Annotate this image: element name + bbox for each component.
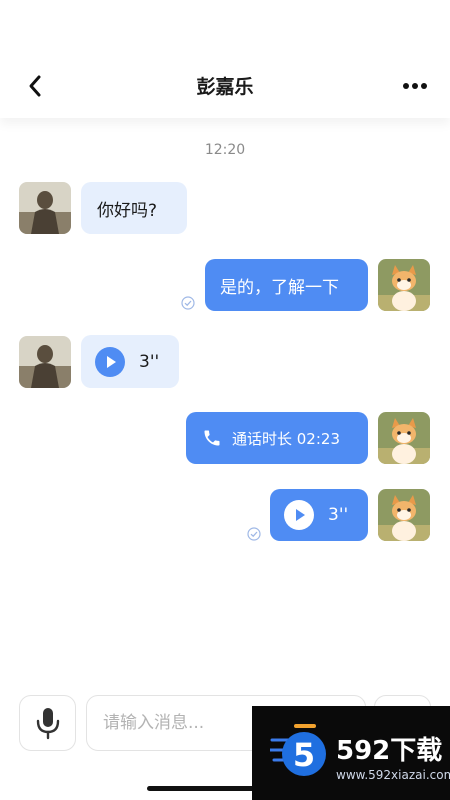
voice-duration: 3'' [139, 351, 160, 372]
message-text: 是的，了解一下 [220, 277, 339, 298]
self-avatar[interactable] [378, 412, 430, 464]
call-record-bubble[interactable]: 通话时长 02:23 [186, 412, 368, 464]
contact-avatar[interactable] [19, 182, 71, 234]
voice-message-incoming[interactable]: 3'' [81, 335, 179, 388]
self-avatar[interactable] [378, 489, 430, 541]
call-duration-text: 通话时长 02:23 [232, 429, 340, 448]
message-bubble-incoming[interactable]: 你好吗? [81, 182, 187, 234]
watermark-badge: 5 592下载 www.592xiazai.com [252, 706, 450, 800]
read-receipt-icon [247, 527, 261, 541]
more-horizontal-icon [403, 83, 427, 89]
page-title: 彭嘉乐 [196, 76, 254, 98]
watermark-logo-icon: 5 [270, 724, 326, 776]
play-icon[interactable] [95, 346, 125, 377]
voice-duration: 3'' [328, 505, 349, 525]
watermark-brand: 592下载 [336, 736, 443, 766]
voice-message-outgoing[interactable]: 3'' [270, 489, 368, 541]
contact-avatar[interactable] [19, 336, 71, 388]
read-receipt-icon [181, 296, 195, 310]
microphone-icon [36, 708, 59, 740]
chat-header: 彭嘉乐 [0, 0, 450, 118]
message-timestamp: 12:20 [204, 142, 246, 158]
watermark-url: www.592xiazai.com [336, 768, 450, 782]
self-avatar[interactable] [378, 259, 430, 311]
svg-text:5: 5 [293, 736, 315, 774]
phone-icon [204, 430, 220, 446]
message-text: 你好吗? [97, 200, 158, 221]
voice-input-button[interactable] [19, 695, 76, 751]
message-bubble-outgoing[interactable]: 是的，了解一下 [205, 259, 368, 311]
more-button[interactable] [400, 74, 430, 98]
play-icon[interactable] [284, 500, 314, 530]
